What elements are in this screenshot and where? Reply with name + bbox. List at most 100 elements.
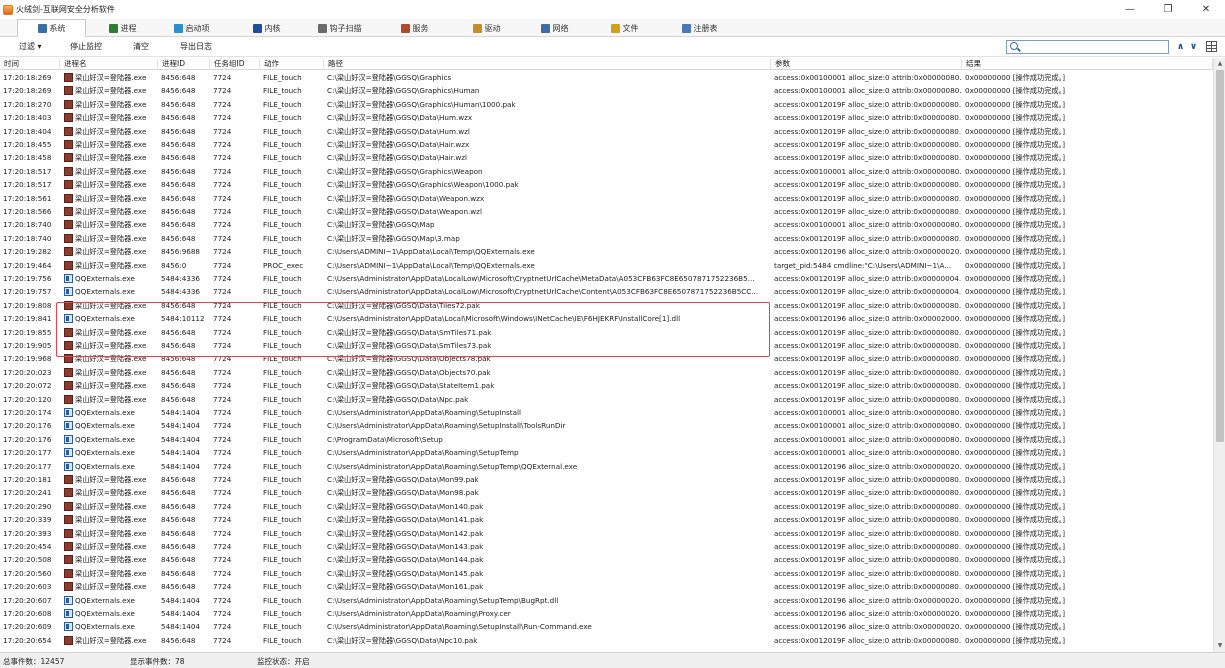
- filter-dropdown[interactable]: 过滤 ▾: [19, 41, 42, 52]
- minimize-button[interactable]: —: [1111, 0, 1149, 19]
- table-row[interactable]: 17:20:20:120 梁山好汉=登陆器.exe 8456:648 7724 FILE…: [0, 393, 1213, 406]
- table-row[interactable]: 17:20:20:339 梁山好汉=登陆器.exe 8456:648 7724 FILE…: [0, 513, 1213, 526]
- cell-action: FILE_touch: [263, 153, 302, 163]
- table-row[interactable]: 17:20:20:241 梁山好汉=登陆器.exe 8456:648 7724 FILE…: [0, 486, 1213, 499]
- status-bar: 总事件数：12457 显示事件数：78 监控状态：开启: [0, 652, 1225, 668]
- column-header[interactable]: 进程ID: [160, 59, 210, 70]
- export-log-button[interactable]: 导出日志: [180, 41, 212, 52]
- vertical-scrollbar[interactable]: ▲ ▼: [1213, 58, 1225, 652]
- table-row[interactable]: 17:20:20:072 梁山好汉=登陆器.exe 8456:648 7724 FILE…: [0, 379, 1213, 392]
- column-header[interactable]: 参数: [773, 59, 962, 70]
- column-header[interactable]: 任务组ID: [212, 59, 260, 70]
- search-prev-button[interactable]: ∧: [1175, 41, 1186, 53]
- cell-time: 17:20:18:740: [3, 233, 52, 243]
- cell-pid: 8456:648: [161, 207, 196, 216]
- column-header[interactable]: 结果: [964, 59, 1213, 70]
- game-app-icon: [64, 475, 73, 484]
- close-button[interactable]: ✕: [1187, 0, 1225, 19]
- scroll-up-icon[interactable]: ▲: [1216, 60, 1224, 68]
- cell-result: 0x00000000 [操作成功完成。]: [965, 247, 1066, 257]
- cell-path: C:\Users\Administrator\AppData\Roaming\S…: [327, 421, 566, 431]
- cell-params: access:0x00100001 alloc_size:0 attrib:0x…: [774, 434, 961, 444]
- table-row[interactable]: 17:20:18:566 梁山好汉=登陆器.exe 8456:648 7724 FILE…: [0, 205, 1213, 218]
- cell-action: FILE_touch: [263, 434, 302, 444]
- tab-5[interactable]: 服务: [380, 19, 449, 37]
- tab-9[interactable]: 注册表: [665, 19, 734, 37]
- table-row[interactable]: 17:20:20:560 梁山好汉=登陆器.exe 8456:648 7724 FILE…: [0, 567, 1213, 580]
- table-row[interactable]: 17:20:18:270 梁山好汉=登陆器.exe 8456:648 7724 FILE…: [0, 98, 1213, 111]
- table-row[interactable]: 17:20:18:561 梁山好汉=登陆器.exe 8456:648 7724 FILE…: [0, 192, 1213, 205]
- table-row[interactable]: 17:20:19:464 梁山好汉=登陆器.exe 8456:0 7724 PROC_e…: [0, 259, 1213, 272]
- table-row[interactable]: 17:20:19:905 梁山好汉=登陆器.exe 8456:648 7724 FILE…: [0, 339, 1213, 352]
- stop-monitor-button[interactable]: 停止监控: [70, 41, 102, 52]
- tab-2[interactable]: 启动项: [157, 19, 226, 37]
- table-row[interactable]: 17:20:20:454 梁山好汉=登陆器.exe 8456:648 7724 FILE…: [0, 540, 1213, 553]
- cell-task-group: 7724: [213, 448, 232, 458]
- scroll-down-icon[interactable]: ▼: [1216, 642, 1224, 650]
- maximize-button[interactable]: ❐: [1149, 0, 1187, 19]
- cell-params: access:0x0012019F alloc_size:0 attrib:0x…: [774, 327, 961, 337]
- table-row[interactable]: 17:20:19:282 梁山好汉=登陆器.exe 8456:9688 7724 FIL…: [0, 245, 1213, 258]
- cell-task-group: 7724: [213, 247, 232, 257]
- table-row[interactable]: 17:20:20:176 QQExternals.exe 5484:1404 7724…: [0, 419, 1213, 432]
- tab-0[interactable]: 系统: [17, 19, 86, 37]
- table-row[interactable]: 17:20:18:455 梁山好汉=登陆器.exe 8456:648 7724 FILE…: [0, 138, 1213, 151]
- column-header[interactable]: 动作: [262, 59, 324, 70]
- table-row[interactable]: 17:20:20:177 QQExternals.exe 5484:1404 7724…: [0, 460, 1213, 473]
- tab-1[interactable]: 进程: [88, 19, 157, 37]
- table-row[interactable]: 17:20:20:608 QQExternals.exe 5484:1404 7724…: [0, 607, 1213, 620]
- column-settings-icon[interactable]: [1206, 41, 1217, 52]
- tab-4[interactable]: 钩子扫描: [305, 19, 374, 37]
- table-row[interactable]: 17:20:20:177 QQExternals.exe 5484:1404 7724…: [0, 446, 1213, 459]
- table-row[interactable]: 17:20:18:740 梁山好汉=登陆器.exe 8456:648 7724 FILE…: [0, 218, 1213, 231]
- table-row[interactable]: 17:20:20:609 QQExternals.exe 5484:1404 7724…: [0, 620, 1213, 633]
- search-next-button[interactable]: ∨: [1188, 41, 1199, 53]
- cell-path: C:\梁山好汉=登陆器\GGSQ\Data\Objects70.pak: [327, 367, 491, 377]
- table-row[interactable]: 17:20:20:607 QQExternals.exe 5484:1404 7724…: [0, 594, 1213, 607]
- tab-7[interactable]: 网络: [520, 19, 589, 37]
- table-row[interactable]: 17:20:18:269 梁山好汉=登陆器.exe 8456:648 7724 FILE…: [0, 71, 1213, 84]
- cell-action: FILE_touch: [263, 448, 302, 458]
- table-row[interactable]: 17:20:18:740 梁山好汉=登陆器.exe 8456:648 7724 FILE…: [0, 232, 1213, 245]
- table-row[interactable]: 17:20:20:603 梁山好汉=登陆器.exe 8456:648 7724 FILE…: [0, 580, 1213, 593]
- cell-time: 17:20:20:174: [3, 408, 52, 417]
- table-row[interactable]: 17:20:18:517 梁山好汉=登陆器.exe 8456:648 7724 FILE…: [0, 165, 1213, 178]
- table-row[interactable]: 17:20:19:841 QQExternals.exe 5484:10112 772…: [0, 312, 1213, 325]
- cell-action: FILE_touch: [263, 394, 302, 404]
- cell-path: C:\梁山好汉=登陆器\GGSQ\Data\Hair.wzl: [327, 153, 468, 163]
- table-row[interactable]: 17:20:20:176 QQExternals.exe 5484:1404 7724…: [0, 433, 1213, 446]
- table-row[interactable]: 17:20:20:393 梁山好汉=登陆器.exe 8456:648 7724 FILE…: [0, 527, 1213, 540]
- column-header[interactable]: 进程名: [62, 59, 158, 70]
- column-header[interactable]: 路径: [326, 59, 771, 70]
- table-row[interactable]: 17:20:20:023 梁山好汉=登陆器.exe 8456:648 7724 FILE…: [0, 366, 1213, 379]
- table-row[interactable]: 17:20:19:855 梁山好汉=登陆器.exe 8456:648 7724 FILE…: [0, 326, 1213, 339]
- cell-params: access:0x0012019F alloc_size:0 attrib:0x…: [774, 354, 961, 364]
- search-input[interactable]: [1006, 40, 1169, 54]
- cell-time: 17:20:18:517: [3, 166, 52, 176]
- table-row[interactable]: 17:20:20:174 QQExternals.exe 5484:1404 7724…: [0, 406, 1213, 419]
- main-tab-bar: 系统 进程 启动项 内核 钩子扫描 服务 驱动 网络 文件 注册表: [0, 19, 1225, 37]
- table-row[interactable]: 17:20:20:181 梁山好汉=登陆器.exe 8456:648 7724 FILE…: [0, 473, 1213, 486]
- game-app-icon: [64, 126, 73, 136]
- table-row[interactable]: 17:20:18:517 梁山好汉=登陆器.exe 8456:648 7724 FILE…: [0, 178, 1213, 191]
- table-row[interactable]: 17:20:18:269 梁山好汉=登陆器.exe 8456:648 7724 FILE…: [0, 84, 1213, 97]
- table-row[interactable]: 17:20:19:757 QQExternals.exe 5484:4336 7724…: [0, 285, 1213, 298]
- cell-result: 0x00000000 [操作成功完成。]: [965, 113, 1066, 123]
- table-row[interactable]: 17:20:19:808 梁山好汉=登陆器.exe 8456:648 7724 FILE…: [0, 299, 1213, 312]
- table-row[interactable]: 17:20:20:508 梁山好汉=登陆器.exe 8456:648 7724 FILE…: [0, 553, 1213, 566]
- table-row[interactable]: 17:20:19:968 梁山好汉=登陆器.exe 8456:648 7724 FILE…: [0, 352, 1213, 365]
- table-row[interactable]: 17:20:20:654 梁山好汉=登陆器.exe 8456:648 7724 FILE…: [0, 634, 1213, 647]
- clear-button[interactable]: 清空: [133, 41, 149, 52]
- tab-3[interactable]: 内核: [232, 19, 301, 37]
- scroll-thumb[interactable]: [1216, 70, 1224, 442]
- cell-action: FILE_touch: [263, 381, 302, 391]
- cell-process-name: 梁山好汉=登陆器.exe: [75, 528, 147, 538]
- column-header[interactable]: 时间: [2, 59, 60, 70]
- table-row[interactable]: 17:20:18:403 梁山好汉=登陆器.exe 8456:648 7724 FILE…: [0, 111, 1213, 124]
- table-row[interactable]: 17:20:18:404 梁山好汉=登陆器.exe 8456:648 7724 FILE…: [0, 125, 1213, 138]
- table-row[interactable]: 17:20:18:458 梁山好汉=登陆器.exe 8456:648 7724 FILE…: [0, 151, 1213, 164]
- table-row[interactable]: 17:20:19:756 QQExternals.exe 5484:4336 7724…: [0, 272, 1213, 285]
- table-row[interactable]: 17:20:20:290 梁山好汉=登陆器.exe 8456:648 7724 FILE…: [0, 500, 1213, 513]
- tab-8[interactable]: 文件: [590, 19, 659, 37]
- tab-6[interactable]: 驱动: [452, 19, 521, 37]
